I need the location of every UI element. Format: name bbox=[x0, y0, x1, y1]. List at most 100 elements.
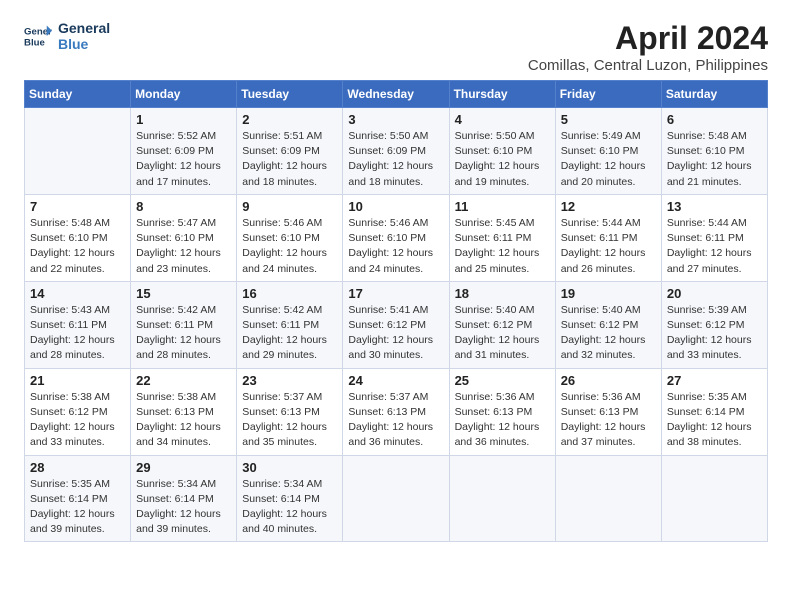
page-header: General Blue General Blue April 2024 Com… bbox=[24, 20, 768, 74]
calendar-cell: 4Sunrise: 5:50 AMSunset: 6:10 PMDaylight… bbox=[449, 108, 555, 195]
sunrise-text: Sunrise: 5:38 AM bbox=[30, 390, 125, 405]
day-info: Sunrise: 5:34 AMSunset: 6:14 PMDaylight:… bbox=[242, 477, 337, 538]
day-number: 13 bbox=[667, 199, 762, 214]
sunrise-text: Sunrise: 5:47 AM bbox=[136, 216, 231, 231]
sunset-text: Sunset: 6:11 PM bbox=[242, 318, 337, 333]
calendar-body: 1Sunrise: 5:52 AMSunset: 6:09 PMDaylight… bbox=[25, 108, 768, 542]
logo: General Blue General Blue bbox=[24, 20, 110, 52]
calendar-cell: 7Sunrise: 5:48 AMSunset: 6:10 PMDaylight… bbox=[25, 194, 131, 281]
sunset-text: Sunset: 6:11 PM bbox=[667, 231, 762, 246]
sunset-text: Sunset: 6:12 PM bbox=[667, 318, 762, 333]
sunrise-text: Sunrise: 5:42 AM bbox=[136, 303, 231, 318]
day-info: Sunrise: 5:40 AMSunset: 6:12 PMDaylight:… bbox=[455, 303, 550, 364]
daylight-text: Daylight: 12 hours and 37 minutes. bbox=[561, 420, 656, 450]
daylight-text: Daylight: 12 hours and 39 minutes. bbox=[136, 507, 231, 537]
week-row-4: 21Sunrise: 5:38 AMSunset: 6:12 PMDayligh… bbox=[25, 368, 768, 455]
calendar-cell: 13Sunrise: 5:44 AMSunset: 6:11 PMDayligh… bbox=[661, 194, 767, 281]
daylight-text: Daylight: 12 hours and 32 minutes. bbox=[561, 333, 656, 363]
daylight-text: Daylight: 12 hours and 38 minutes. bbox=[667, 420, 762, 450]
day-number: 20 bbox=[667, 286, 762, 301]
sunset-text: Sunset: 6:10 PM bbox=[455, 144, 550, 159]
day-info: Sunrise: 5:38 AMSunset: 6:12 PMDaylight:… bbox=[30, 390, 125, 451]
day-number: 26 bbox=[561, 373, 656, 388]
day-number: 15 bbox=[136, 286, 231, 301]
logo-line2: Blue bbox=[58, 36, 110, 52]
calendar-cell: 23Sunrise: 5:37 AMSunset: 6:13 PMDayligh… bbox=[237, 368, 343, 455]
day-number: 5 bbox=[561, 112, 656, 127]
sunset-text: Sunset: 6:10 PM bbox=[561, 144, 656, 159]
sunrise-text: Sunrise: 5:46 AM bbox=[348, 216, 443, 231]
sunset-text: Sunset: 6:11 PM bbox=[455, 231, 550, 246]
calendar-cell: 8Sunrise: 5:47 AMSunset: 6:10 PMDaylight… bbox=[131, 194, 237, 281]
sunset-text: Sunset: 6:09 PM bbox=[242, 144, 337, 159]
daylight-text: Daylight: 12 hours and 35 minutes. bbox=[242, 420, 337, 450]
daylight-text: Daylight: 12 hours and 33 minutes. bbox=[30, 420, 125, 450]
daylight-text: Daylight: 12 hours and 28 minutes. bbox=[136, 333, 231, 363]
daylight-text: Daylight: 12 hours and 34 minutes. bbox=[136, 420, 231, 450]
calendar-cell: 2Sunrise: 5:51 AMSunset: 6:09 PMDaylight… bbox=[237, 108, 343, 195]
weekday-header-sunday: Sunday bbox=[25, 81, 131, 108]
day-number: 18 bbox=[455, 286, 550, 301]
logo-line1: General bbox=[58, 20, 110, 36]
sunset-text: Sunset: 6:13 PM bbox=[136, 405, 231, 420]
calendar-cell: 20 Sunrise: 5:39 AMSunset: 6:12 PMDayligh… bbox=[661, 281, 767, 368]
week-row-5: 28Sunrise: 5:35 AMSunset: 6:14 PMDayligh… bbox=[25, 455, 768, 542]
sunset-text: Sunset: 6:09 PM bbox=[348, 144, 443, 159]
calendar-cell: 11Sunrise: 5:45 AMSunset: 6:11 PMDayligh… bbox=[449, 194, 555, 281]
daylight-text: Daylight: 12 hours and 29 minutes. bbox=[242, 333, 337, 363]
daylight-text: Daylight: 12 hours and 20 minutes. bbox=[561, 159, 656, 189]
weekday-header-tuesday: Tuesday bbox=[237, 81, 343, 108]
daylight-text: Daylight: 12 hours and 36 minutes. bbox=[348, 420, 443, 450]
title-area: April 2024 Comillas, Central Luzon, Phil… bbox=[528, 20, 768, 74]
day-info: Sunrise: 5:41 AMSunset: 6:12 PMDaylight:… bbox=[348, 303, 443, 364]
sunrise-text: Sunrise: 5:44 AM bbox=[667, 216, 762, 231]
sunset-text: Sunset: 6:14 PM bbox=[667, 405, 762, 420]
sunset-text: Sunset: 6:10 PM bbox=[667, 144, 762, 159]
daylight-text: Daylight: 12 hours and 17 minutes. bbox=[136, 159, 231, 189]
day-info: Sunrise: 5:49 AMSunset: 6:10 PMDaylight:… bbox=[561, 129, 656, 190]
daylight-text: Daylight: 12 hours and 24 minutes. bbox=[348, 246, 443, 276]
sunset-text: Sunset: 6:10 PM bbox=[136, 231, 231, 246]
day-info: Sunrise: 5:35 AMSunset: 6:14 PMDaylight:… bbox=[667, 390, 762, 451]
day-info: Sunrise: 5:39 AMSunset: 6:12 PMDaylight:… bbox=[667, 303, 762, 364]
day-number: 2 bbox=[242, 112, 337, 127]
day-info: Sunrise: 5:50 AMSunset: 6:10 PMDaylight:… bbox=[455, 129, 550, 190]
calendar-cell: 26Sunrise: 5:36 AMSunset: 6:13 PMDayligh… bbox=[555, 368, 661, 455]
day-info: Sunrise: 5:43 AMSunset: 6:11 PMDaylight:… bbox=[30, 303, 125, 364]
day-number: 14 bbox=[30, 286, 125, 301]
week-row-1: 1Sunrise: 5:52 AMSunset: 6:09 PMDaylight… bbox=[25, 108, 768, 195]
sunrise-text: Sunrise: 5:35 AM bbox=[30, 477, 125, 492]
sunrise-text: Sunrise: 5:40 AM bbox=[455, 303, 550, 318]
daylight-text: Daylight: 12 hours and 21 minutes. bbox=[667, 159, 762, 189]
calendar-cell bbox=[661, 455, 767, 542]
sunset-text: Sunset: 6:10 PM bbox=[30, 231, 125, 246]
daylight-text: Daylight: 12 hours and 33 minutes. bbox=[667, 333, 762, 363]
calendar-cell: 6Sunrise: 5:48 AMSunset: 6:10 PMDaylight… bbox=[661, 108, 767, 195]
day-info: Sunrise: 5:36 AMSunset: 6:13 PMDaylight:… bbox=[455, 390, 550, 451]
sunset-text: Sunset: 6:10 PM bbox=[242, 231, 337, 246]
calendar-cell: 19Sunrise: 5:40 AMSunset: 6:12 PMDayligh… bbox=[555, 281, 661, 368]
sunrise-text: Sunrise: 5:38 AM bbox=[136, 390, 231, 405]
calendar-cell: 21Sunrise: 5:38 AMSunset: 6:12 PMDayligh… bbox=[25, 368, 131, 455]
sunrise-text: Sunrise: 5:42 AM bbox=[242, 303, 337, 318]
sunrise-text: Sunrise: 5:49 AM bbox=[561, 129, 656, 144]
daylight-text: Daylight: 12 hours and 28 minutes. bbox=[30, 333, 125, 363]
sunset-text: Sunset: 6:11 PM bbox=[561, 231, 656, 246]
sunset-text: Sunset: 6:13 PM bbox=[455, 405, 550, 420]
sunrise-text: Sunrise: 5:41 AM bbox=[348, 303, 443, 318]
day-number: 23 bbox=[242, 373, 337, 388]
sunset-text: Sunset: 6:12 PM bbox=[348, 318, 443, 333]
day-number: 17 bbox=[348, 286, 443, 301]
calendar-cell bbox=[343, 455, 449, 542]
sunrise-text: Sunrise: 5:50 AM bbox=[455, 129, 550, 144]
calendar-table: SundayMondayTuesdayWednesdayThursdayFrid… bbox=[24, 80, 768, 542]
daylight-text: Daylight: 12 hours and 40 minutes. bbox=[242, 507, 337, 537]
day-info: Sunrise: 5:37 AMSunset: 6:13 PMDaylight:… bbox=[348, 390, 443, 451]
day-number: 8 bbox=[136, 199, 231, 214]
sunset-text: Sunset: 6:13 PM bbox=[242, 405, 337, 420]
day-number: 30 bbox=[242, 460, 337, 475]
calendar-cell: 15Sunrise: 5:42 AMSunset: 6:11 PMDayligh… bbox=[131, 281, 237, 368]
sunset-text: Sunset: 6:14 PM bbox=[136, 492, 231, 507]
day-number: 3 bbox=[348, 112, 443, 127]
calendar-cell: 16Sunrise: 5:42 AMSunset: 6:11 PMDayligh… bbox=[237, 281, 343, 368]
